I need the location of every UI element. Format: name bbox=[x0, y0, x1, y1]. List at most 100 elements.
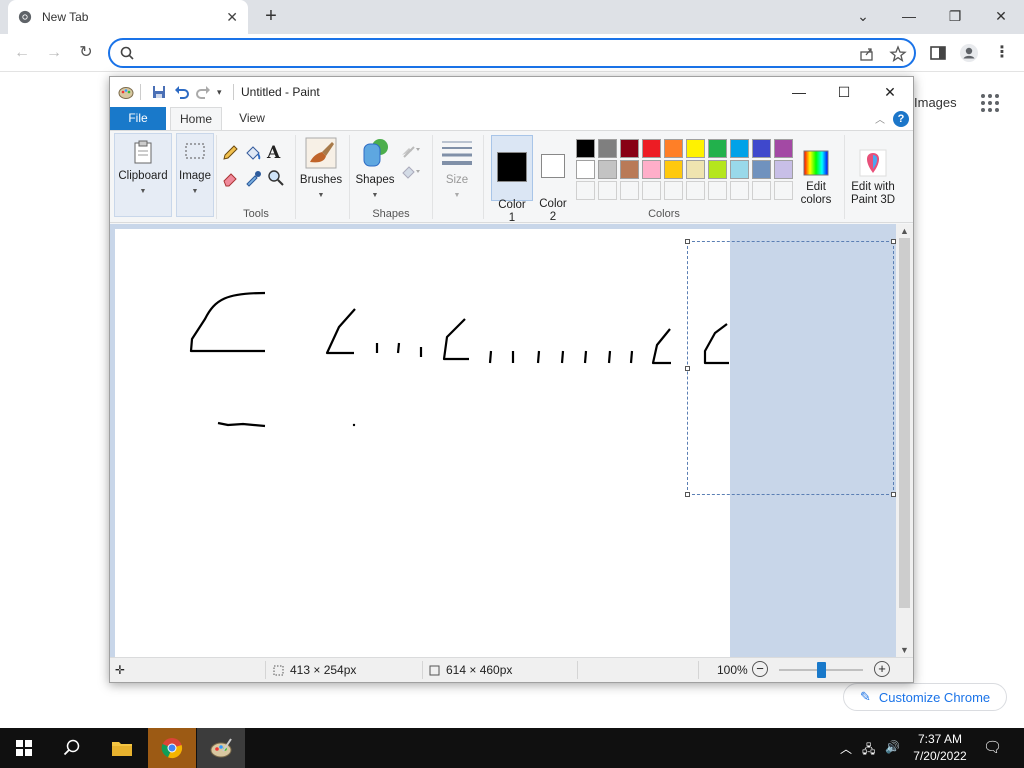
selection-rectangle[interactable] bbox=[685, 239, 896, 497]
palette-swatch[interactable] bbox=[576, 139, 595, 158]
text-tool-icon[interactable]: A bbox=[267, 143, 285, 163]
palette-swatch[interactable] bbox=[686, 160, 705, 179]
images-link[interactable]: Images bbox=[914, 95, 957, 110]
save-icon[interactable] bbox=[151, 84, 167, 100]
outline-icon[interactable] bbox=[400, 141, 422, 159]
edit-colors-button[interactable]: Edit colors bbox=[797, 136, 835, 208]
tab-close-icon[interactable]: ✕ bbox=[226, 9, 238, 26]
reload-icon[interactable]: ↻ bbox=[75, 42, 97, 64]
palette-swatch[interactable] bbox=[730, 160, 749, 179]
collapse-ribbon-icon[interactable]: ︿ bbox=[875, 111, 885, 126]
show-hidden-icons-icon[interactable]: ︿ bbox=[840, 740, 852, 757]
scrollbar-thumb[interactable] bbox=[899, 238, 910, 608]
bookmark-star-icon[interactable] bbox=[889, 45, 907, 63]
new-tab-button[interactable]: + bbox=[260, 5, 282, 27]
palette-swatch[interactable] bbox=[774, 181, 793, 200]
palette-swatch[interactable] bbox=[708, 139, 727, 158]
palette-swatch[interactable] bbox=[598, 160, 617, 179]
file-tab[interactable]: File bbox=[110, 107, 166, 130]
google-apps-icon[interactable] bbox=[981, 94, 999, 112]
help-icon[interactable]: ? bbox=[893, 111, 909, 127]
start-button[interactable] bbox=[0, 728, 48, 768]
scroll-down-icon[interactable]: ▼ bbox=[896, 643, 913, 657]
volume-icon[interactable]: 🔊 bbox=[885, 740, 900, 754]
zoom-out-icon[interactable]: − bbox=[752, 661, 768, 677]
file-explorer-button[interactable] bbox=[98, 728, 146, 768]
omnibox-input[interactable] bbox=[144, 44, 844, 62]
selection-handle[interactable] bbox=[685, 492, 690, 497]
selection-handle[interactable] bbox=[685, 239, 690, 244]
zoom-slider-thumb[interactable] bbox=[817, 662, 826, 678]
profile-avatar-icon[interactable] bbox=[959, 43, 979, 63]
palette-swatch[interactable] bbox=[774, 160, 793, 179]
magnifier-tool-icon[interactable] bbox=[267, 169, 285, 187]
paint-close-button[interactable]: ✕ bbox=[867, 77, 913, 107]
restore-button[interactable]: ❐ bbox=[935, 5, 975, 27]
palette-swatch[interactable] bbox=[598, 181, 617, 200]
close-button[interactable]: ✕ bbox=[981, 5, 1021, 27]
palette-swatch[interactable] bbox=[620, 160, 639, 179]
forward-icon[interactable]: → bbox=[43, 42, 65, 64]
scroll-up-icon[interactable]: ▲ bbox=[896, 224, 913, 238]
minimize-button[interactable]: — bbox=[889, 5, 929, 27]
search-button[interactable] bbox=[48, 728, 96, 768]
palette-swatch[interactable] bbox=[752, 160, 771, 179]
palette-swatch[interactable] bbox=[598, 139, 617, 158]
paint-minimize-button[interactable]: — bbox=[776, 77, 822, 107]
customize-qat-icon[interactable]: ▾ bbox=[217, 84, 233, 100]
palette-swatch[interactable] bbox=[686, 139, 705, 158]
paint-app-icon[interactable] bbox=[118, 84, 134, 100]
palette-swatch[interactable] bbox=[752, 139, 771, 158]
palette-swatch[interactable] bbox=[620, 139, 639, 158]
palette-swatch[interactable] bbox=[620, 181, 639, 200]
eraser-tool-icon[interactable] bbox=[221, 169, 239, 187]
palette-swatch[interactable] bbox=[752, 181, 771, 200]
redo-icon[interactable] bbox=[195, 84, 211, 100]
drawing-canvas[interactable] bbox=[115, 229, 730, 657]
palette-swatch[interactable] bbox=[730, 139, 749, 158]
address-bar[interactable] bbox=[108, 38, 916, 68]
fill-tool-icon[interactable] bbox=[244, 144, 262, 162]
share-icon[interactable] bbox=[858, 45, 876, 63]
shapes-button[interactable]: Shapes ▼ bbox=[354, 136, 396, 208]
palette-swatch[interactable] bbox=[576, 181, 595, 200]
palette-swatch[interactable] bbox=[576, 160, 595, 179]
color1-button[interactable]: Color 1 bbox=[491, 135, 533, 224]
tab-new-tab[interactable]: New Tab ✕ bbox=[8, 0, 248, 34]
pencil-tool-icon[interactable] bbox=[221, 144, 239, 162]
palette-swatch[interactable] bbox=[642, 181, 661, 200]
paint-taskbar-button[interactable] bbox=[197, 728, 245, 768]
palette-swatch[interactable] bbox=[774, 139, 793, 158]
palette-swatch[interactable] bbox=[708, 181, 727, 200]
chrome-taskbar-button[interactable] bbox=[148, 728, 196, 768]
paint-maximize-button[interactable]: ☐ bbox=[821, 77, 867, 107]
palette-swatch[interactable] bbox=[642, 160, 661, 179]
color-picker-tool-icon[interactable] bbox=[244, 169, 262, 187]
undo-icon[interactable] bbox=[174, 84, 190, 100]
size-button[interactable]: Size ▼ bbox=[436, 136, 478, 208]
palette-swatch[interactable] bbox=[664, 139, 683, 158]
network-icon[interactable]: 🖧 bbox=[862, 740, 875, 761]
image-button[interactable]: Image ▼ bbox=[176, 133, 214, 217]
customize-chrome-button[interactable]: ✎ Customize Chrome bbox=[843, 683, 1007, 711]
notification-icon[interactable]: 🗨 bbox=[983, 738, 1002, 756]
system-clock[interactable]: 7:37 AM 7/20/2022 bbox=[905, 731, 975, 765]
tab-search-icon[interactable]: ⌄ bbox=[843, 5, 883, 27]
view-tab[interactable]: View bbox=[228, 107, 276, 130]
zoom-in-icon[interactable]: + bbox=[874, 661, 890, 677]
side-panel-icon[interactable] bbox=[928, 43, 948, 63]
palette-swatch[interactable] bbox=[730, 181, 749, 200]
palette-swatch[interactable] bbox=[686, 181, 705, 200]
palette-swatch[interactable] bbox=[664, 160, 683, 179]
edit-with-paint3d-button[interactable]: Edit with Paint 3D bbox=[847, 136, 899, 208]
palette-swatch[interactable] bbox=[642, 139, 661, 158]
chrome-menu-icon[interactable]: ⋮ bbox=[991, 42, 1013, 64]
home-tab[interactable]: Home bbox=[170, 107, 222, 130]
clipboard-button[interactable]: Clipboard ▼ bbox=[114, 133, 172, 217]
vertical-scrollbar[interactable]: ▲ ▼ bbox=[896, 224, 913, 657]
selection-handle[interactable] bbox=[685, 366, 690, 371]
color2-button[interactable]: Color 2 bbox=[534, 135, 572, 223]
fill-shape-icon[interactable] bbox=[400, 163, 422, 181]
back-icon[interactable]: ← bbox=[11, 42, 33, 64]
palette-swatch[interactable] bbox=[708, 160, 727, 179]
